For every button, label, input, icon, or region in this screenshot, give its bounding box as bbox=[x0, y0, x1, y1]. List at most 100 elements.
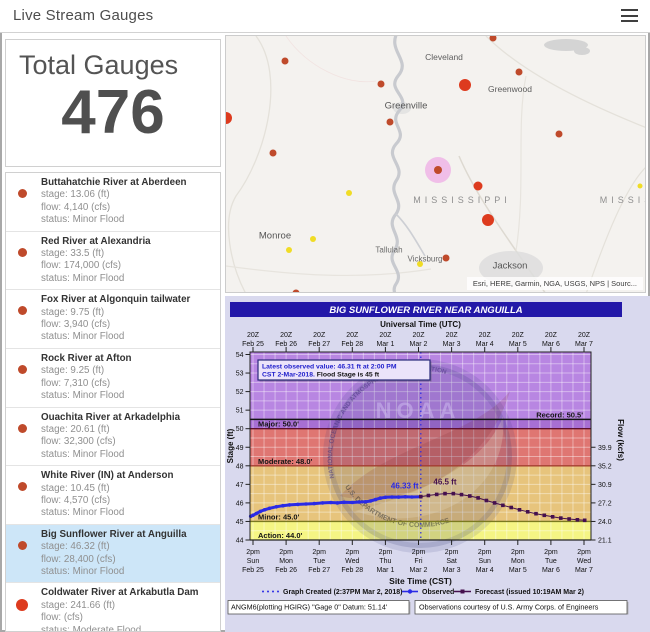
map-gauge-dot[interactable] bbox=[443, 255, 450, 262]
gauge-detail: status: Minor Flood bbox=[41, 566, 214, 578]
total-gauges-card: Total Gauges 476 bbox=[5, 39, 221, 167]
map-gauge-dot[interactable] bbox=[293, 290, 300, 294]
gauge-detail: status: Minor Flood bbox=[41, 331, 214, 343]
svg-text:20Z: 20Z bbox=[247, 332, 260, 339]
gauge-status-dot bbox=[18, 365, 27, 374]
gauge-list-item[interactable]: Rock River at Aftonstage: 9.25 (ft)flow:… bbox=[6, 349, 220, 408]
svg-text:Major: 50.0': Major: 50.0' bbox=[258, 420, 299, 429]
svg-text:20Z: 20Z bbox=[545, 332, 558, 339]
gauge-detail: status: Minor Flood bbox=[41, 449, 214, 461]
map-gauge-dot[interactable] bbox=[474, 182, 483, 191]
top-axis-title: Universal Time (UTC) bbox=[380, 320, 461, 329]
svg-text:Feb 27: Feb 27 bbox=[308, 567, 330, 574]
gauge-detail: flow: 4,570 (cfs) bbox=[41, 495, 214, 507]
hydrograph-chart: NOAA NATIONAL OCEANIC AND ATMOSPHERIC AD… bbox=[225, 296, 650, 632]
latest-observed-info-box: Latest observed value: 46.31 ft at 2:00 … bbox=[258, 360, 432, 382]
svg-text:27.2: 27.2 bbox=[598, 500, 612, 507]
gauge-detail: stage: 46.32 (ft) bbox=[41, 541, 214, 553]
svg-text:24.0: 24.0 bbox=[598, 519, 612, 526]
map-gauge-dot[interactable] bbox=[638, 184, 643, 189]
chart-legend: Graph Created (2:37PM Mar 2, 2018)Observ… bbox=[262, 589, 584, 596]
gauge-list-item[interactable]: Coldwater River at Arkabutla Damstage: 2… bbox=[6, 583, 220, 632]
map-gauge-dot[interactable] bbox=[417, 261, 423, 267]
svg-text:Tue: Tue bbox=[313, 558, 325, 565]
gauge-list-item[interactable]: Red River at Alexandriastage: 33.5 (ft)f… bbox=[6, 232, 220, 291]
map-gauge-dot[interactable] bbox=[459, 79, 471, 91]
map-gauge-dot[interactable] bbox=[516, 69, 523, 76]
gauge-name: Fox River at Algonquin tailwater bbox=[41, 294, 214, 306]
svg-text:Wed: Wed bbox=[345, 558, 359, 565]
noaa-watermark: NOAA NATIONAL OCEANIC AND ATMOSPHERIC AD… bbox=[327, 364, 512, 548]
svg-text:Latest observed value: 46.31 f: Latest observed value: 46.31 ft at 2:00 … bbox=[262, 364, 397, 371]
map-gauge-dot[interactable] bbox=[270, 150, 277, 157]
svg-text:48: 48 bbox=[236, 463, 244, 470]
gauge-detail: flow: (cfs) bbox=[41, 612, 214, 624]
datum-note-box: ANGM6(plotting HGIRG) "Gage 0" Datum: 51… bbox=[228, 601, 410, 615]
svg-text:2pm: 2pm bbox=[544, 549, 558, 556]
gauge-detail: stage: 9.25 (ft) bbox=[41, 365, 214, 377]
hamburger-menu-icon[interactable] bbox=[621, 9, 638, 23]
gauge-name: Rock River at Afton bbox=[41, 353, 214, 365]
svg-text:20Z: 20Z bbox=[412, 332, 425, 339]
svg-text:47: 47 bbox=[236, 482, 244, 489]
svg-text:Thu: Thu bbox=[379, 558, 391, 565]
svg-text:Mar 7: Mar 7 bbox=[575, 567, 593, 574]
gauge-list-item[interactable]: White River (IN) at Andersonstage: 10.45… bbox=[6, 466, 220, 525]
svg-text:46.33 ft: 46.33 ft bbox=[391, 481, 419, 490]
svg-text:Sun: Sun bbox=[247, 558, 260, 565]
map-gauge-dot[interactable] bbox=[282, 58, 289, 65]
svg-text:Feb 25: Feb 25 bbox=[242, 341, 264, 348]
gauge-list-item[interactable]: Buttahatchie River at Aberdeenstage: 13.… bbox=[6, 173, 220, 232]
svg-text:Record: 50.5': Record: 50.5' bbox=[536, 410, 583, 419]
svg-text:20Z: 20Z bbox=[479, 332, 492, 339]
gauge-detail: flow: 174,000 (cfs) bbox=[41, 260, 214, 272]
map-gauge-dot[interactable] bbox=[482, 214, 494, 226]
gauge-list-item[interactable]: Fox River at Algonquin tailwaterstage: 9… bbox=[6, 290, 220, 349]
gauge-detail: stage: 10.45 (ft) bbox=[41, 483, 214, 495]
left-axis-title: Stage (ft) bbox=[226, 428, 235, 463]
svg-text:Sat: Sat bbox=[446, 558, 457, 565]
gauge-name: White River (IN) at Anderson bbox=[41, 470, 214, 482]
svg-text:46.5 ft: 46.5 ft bbox=[433, 478, 456, 487]
total-gauges-value: 476 bbox=[6, 81, 220, 145]
svg-text:21.1: 21.1 bbox=[598, 538, 612, 545]
svg-text:Mar 4: Mar 4 bbox=[476, 567, 494, 574]
svg-text:2pm: 2pm bbox=[312, 549, 326, 556]
svg-text:CST 2-Mar-2018. Flood Stage is: CST 2-Mar-2018. Flood Stage is 45 ft bbox=[262, 372, 380, 379]
svg-text:20Z: 20Z bbox=[512, 332, 525, 339]
svg-text:2pm: 2pm bbox=[478, 549, 492, 556]
gauge-list-item[interactable]: Big Sunflower River at Anguillastage: 46… bbox=[6, 525, 220, 584]
gauge-list-item[interactable]: Ouachita River at Arkadelphiastage: 20.6… bbox=[6, 408, 220, 467]
map-gauge-dot[interactable] bbox=[387, 119, 394, 126]
svg-text:Feb 26: Feb 26 bbox=[275, 567, 297, 574]
gauge-detail: status: Moderate Flood bbox=[41, 625, 214, 632]
svg-text:Feb 28: Feb 28 bbox=[341, 341, 363, 348]
svg-text:Wed: Wed bbox=[577, 558, 591, 565]
map-gauge-dot[interactable] bbox=[434, 166, 442, 174]
gauge-status-dot bbox=[18, 306, 27, 315]
map-panel[interactable]: ClevelandGreenwoodGreenvilleMISSISSIPPIM… bbox=[225, 35, 646, 293]
map-gauge-dot[interactable] bbox=[310, 236, 316, 242]
svg-text:Observations courtesy of U.S.: Observations courtesy of U.S. Army Corps… bbox=[419, 603, 599, 612]
right-axis-title: Flow (kcfs) bbox=[616, 419, 625, 461]
gauge-status-dot bbox=[18, 482, 27, 491]
svg-text:Sun: Sun bbox=[478, 558, 491, 565]
map-gauge-dot[interactable] bbox=[556, 131, 563, 138]
map-gauge-dot[interactable] bbox=[286, 247, 292, 253]
bottom-axis-title: Site Time (CST) bbox=[389, 576, 452, 586]
gauge-status-dot bbox=[18, 189, 27, 198]
svg-text:2pm: 2pm bbox=[379, 549, 393, 556]
svg-text:20Z: 20Z bbox=[280, 332, 293, 339]
river-path bbox=[392, 36, 403, 293]
map-gauge-dot[interactable] bbox=[378, 81, 385, 88]
svg-text:Mar 1: Mar 1 bbox=[376, 567, 394, 574]
svg-text:2pm: 2pm bbox=[246, 549, 260, 556]
gauge-detail: flow: 32,300 (cfs) bbox=[41, 436, 214, 448]
svg-text:2pm: 2pm bbox=[445, 549, 459, 556]
gauge-name: Buttahatchie River at Aberdeen bbox=[41, 177, 214, 189]
gauge-detail: stage: 241.66 (ft) bbox=[41, 600, 214, 612]
svg-text:Observed: Observed bbox=[422, 589, 454, 596]
svg-text:Mar 3: Mar 3 bbox=[443, 567, 461, 574]
map-gauge-dot[interactable] bbox=[346, 190, 352, 196]
svg-text:46: 46 bbox=[236, 500, 244, 507]
